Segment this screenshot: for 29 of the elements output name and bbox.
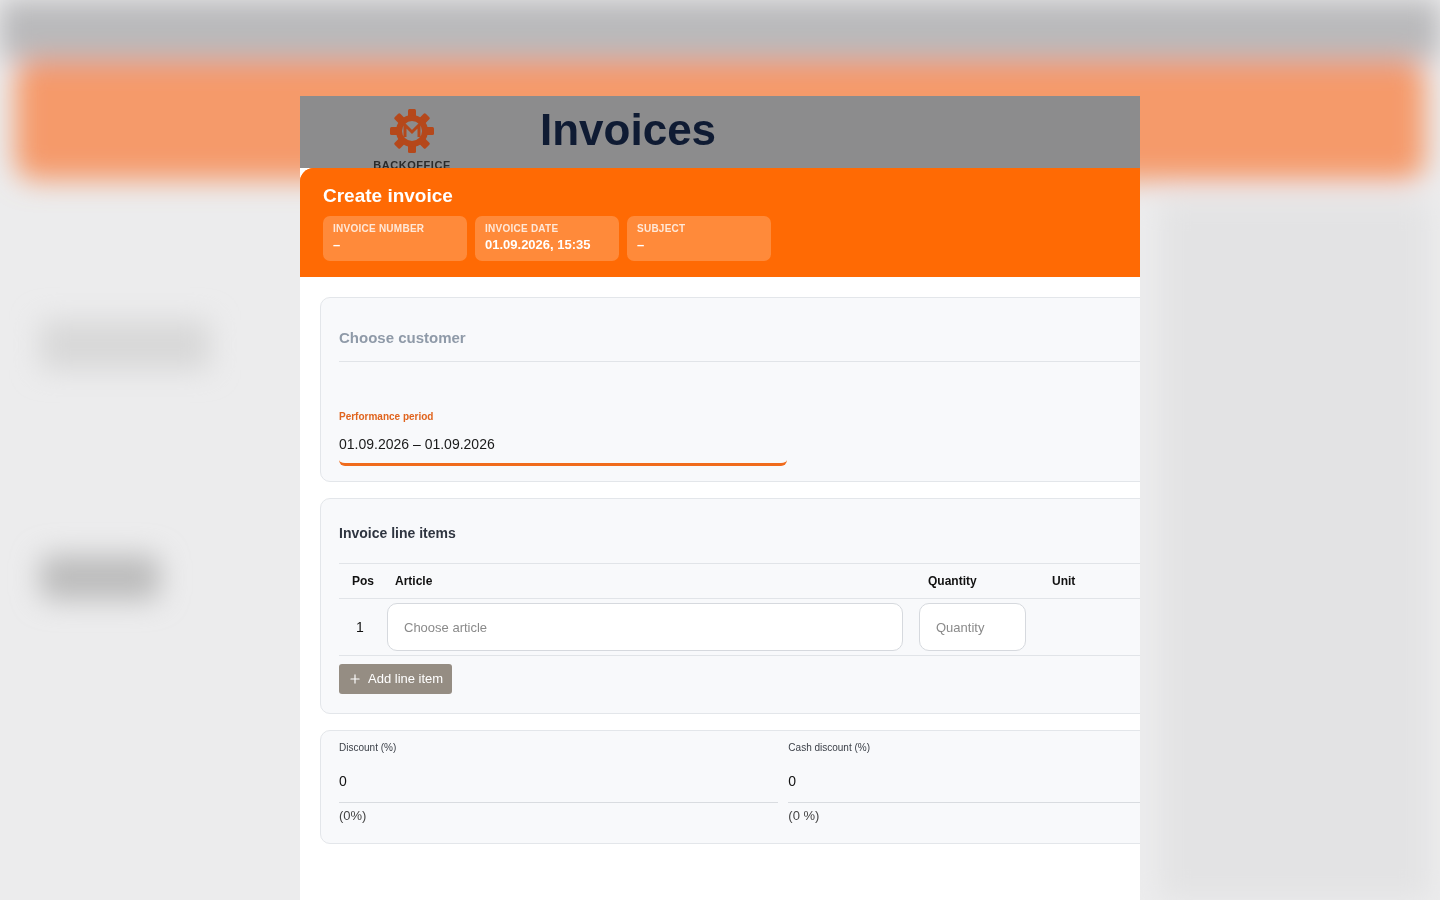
field-value: 0 [339,772,348,791]
article-field[interactable]: Choose article [387,603,903,651]
column-header: Pos [351,573,375,590]
field-label: Performance period [339,410,435,424]
summary-value: 01.09.2026, 15:35 [485,236,592,254]
summary-value: – [637,236,646,254]
summary-label: SUBJECT [637,222,687,235]
column-header: Article [394,573,434,590]
plus-icon [348,672,362,686]
summary-value: – [333,236,342,254]
field-value: 0 [788,772,798,791]
dialog-title: Create invoice [323,184,454,208]
quantity-field[interactable]: Quantity [919,603,1026,651]
page-title: Invoices [540,104,717,156]
field-label: Cash discount (%) [788,741,872,755]
discount-field[interactable]: Cash discount (%) 0 [788,741,1140,803]
summary-label: INVOICE NUMBER [333,222,426,235]
period-field[interactable]: Performance period 01.09.2026 – 01.09.2026 [339,410,787,466]
column-header: Quantity [927,573,978,590]
discount-field[interactable]: Discount (%) 0 [339,741,779,803]
field-hint: (0 %) [788,807,821,825]
column-header: Unit [1051,573,1077,590]
gear-logo-icon [389,108,435,154]
section-title: Invoice line items [339,524,457,543]
summary-label: INVOICE DATE [485,222,560,235]
field-hint: (0%) [339,807,368,825]
position-number: 1 [355,617,365,637]
field-value: 01.09.2026 – 01.09.2026 [339,435,496,454]
field-label: Discount (%) [339,741,398,755]
